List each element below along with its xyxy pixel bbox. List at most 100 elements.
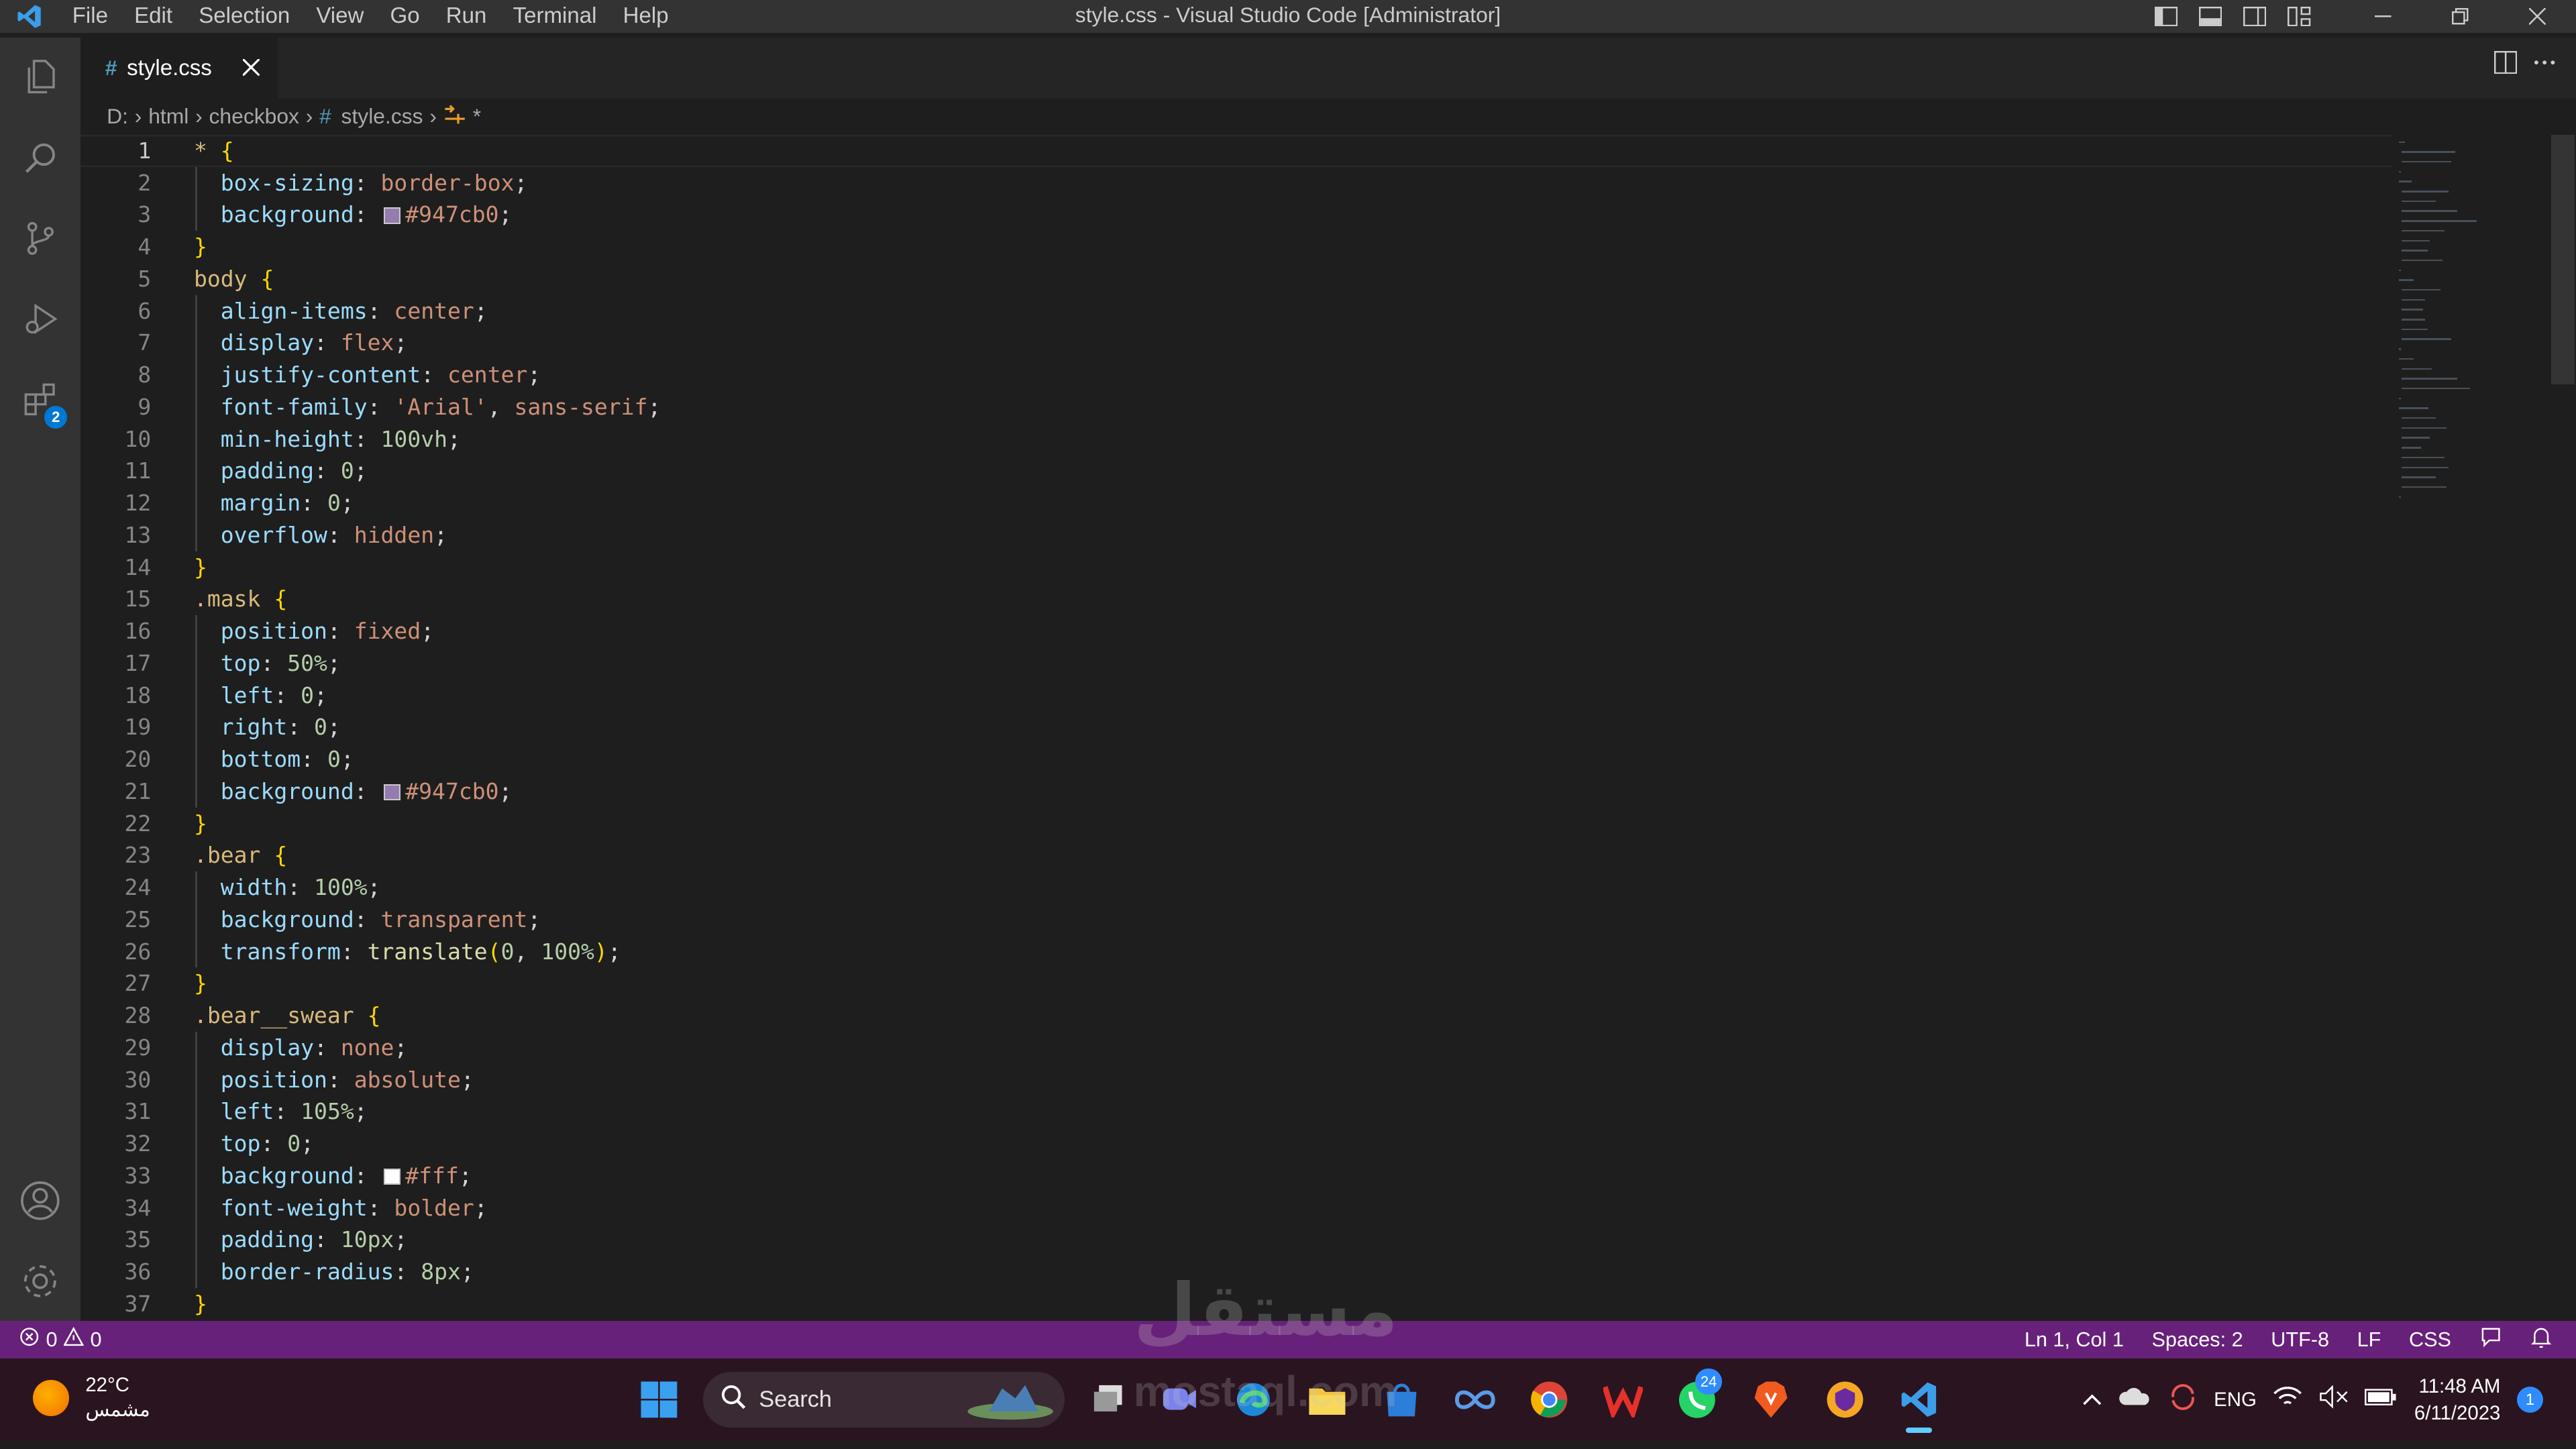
vpn-shield-icon[interactable] xyxy=(1820,1375,1869,1424)
brave-browser-icon[interactable] xyxy=(1746,1375,1795,1424)
toggle-secondary-sidebar-icon[interactable] xyxy=(2233,0,2277,33)
chevron-up-icon[interactable] xyxy=(2082,1389,2102,1411)
code-line[interactable]: 11 padding: 0; xyxy=(80,455,2392,487)
battery-icon[interactable] xyxy=(2365,1387,2398,1412)
language-mode[interactable]: CSS xyxy=(2409,1328,2451,1352)
volume-muted-icon[interactable] xyxy=(2319,1385,2349,1413)
encoding[interactable]: UTF-8 xyxy=(2271,1328,2329,1352)
code-line[interactable]: 30 position: absolute; xyxy=(80,1064,2392,1096)
code-line[interactable]: 27} xyxy=(80,967,2392,1000)
code-line[interactable]: 25 background: transparent; xyxy=(80,904,2392,936)
code-line[interactable]: 1 * { xyxy=(80,135,2392,167)
breadcrumb-html[interactable]: html xyxy=(148,104,189,129)
vscode-taskbar-icon[interactable] xyxy=(1894,1375,1943,1433)
minimap[interactable] xyxy=(2392,135,2550,1321)
notifications-bell-icon[interactable] xyxy=(2530,1326,2553,1354)
code-line[interactable]: 9 font-family: 'Arial', sans-serif; xyxy=(80,391,2392,423)
more-actions-icon[interactable] xyxy=(2533,51,2556,80)
code-line[interactable]: 5 body { xyxy=(80,263,2392,295)
code-line[interactable]: 17 top: 50%; xyxy=(80,647,2392,680)
breadcrumb-checkbox[interactable]: checkbox xyxy=(209,104,299,129)
scrollbar-thumb[interactable] xyxy=(2551,134,2575,385)
menu-run[interactable]: Run xyxy=(433,0,500,33)
explorer-icon[interactable] xyxy=(0,38,80,117)
code-line[interactable]: 7 display: flex; xyxy=(80,327,2392,359)
run-debug-icon[interactable] xyxy=(0,279,80,358)
code-line[interactable]: 3 background: #947cb0; xyxy=(80,199,2392,231)
wifi-icon[interactable] xyxy=(2273,1385,2302,1413)
code-line[interactable]: 13 overflow: hidden; xyxy=(80,519,2392,551)
infinity-app-icon[interactable] xyxy=(1450,1375,1499,1424)
chrome-browser-icon[interactable] xyxy=(1525,1375,1574,1424)
tab-style-css[interactable]: # style.css xyxy=(80,38,278,99)
code-line[interactable]: 34 font-weight: bolder; xyxy=(80,1192,2392,1224)
color-swatch-icon[interactable] xyxy=(384,784,400,801)
extensions-icon[interactable]: 2 xyxy=(0,360,80,439)
code-line[interactable]: 6 align-items: center; xyxy=(80,295,2392,327)
wps-office-icon[interactable] xyxy=(1599,1375,1648,1424)
problems-indicator[interactable]: 0 0 xyxy=(19,1327,102,1352)
code-line[interactable]: 23 .bear { xyxy=(80,839,2392,871)
input-language[interactable]: ENG xyxy=(2214,1389,2257,1411)
code-line[interactable]: 33 background: #fff; xyxy=(80,1160,2392,1192)
taskbar-search[interactable]: Search xyxy=(703,1371,1065,1428)
weather-widget[interactable]: 22°C مشمس xyxy=(32,1373,150,1422)
code-line[interactable]: 18 left: 0; xyxy=(80,680,2392,712)
code-line[interactable]: 19 right: 0; xyxy=(80,711,2392,743)
settings-gear-icon[interactable] xyxy=(0,1242,80,1321)
menu-go[interactable]: Go xyxy=(377,0,433,33)
code-line[interactable]: 15 .mask { xyxy=(80,583,2392,615)
code-line[interactable]: 32 top: 0; xyxy=(80,1128,2392,1160)
source-control-icon[interactable] xyxy=(0,199,80,278)
color-swatch-icon[interactable] xyxy=(384,1168,400,1185)
code-line[interactable]: 14} xyxy=(80,551,2392,584)
breadcrumb-file[interactable]: style.css xyxy=(341,104,423,129)
code-line[interactable]: 16 position: fixed; xyxy=(80,615,2392,647)
code-line[interactable]: 26 transform: translate(0, 100%); xyxy=(80,936,2392,968)
whatsapp-icon[interactable]: 24 xyxy=(1672,1368,1722,1424)
task-view-icon[interactable] xyxy=(1084,1375,1133,1424)
cursor-position[interactable]: Ln 1, Col 1 xyxy=(2025,1328,2124,1352)
menu-file[interactable]: File xyxy=(59,0,121,33)
toggle-panel-icon[interactable] xyxy=(2188,0,2233,33)
minimize-icon[interactable] xyxy=(2345,0,2422,33)
code-line[interactable]: 20 bottom: 0; xyxy=(80,743,2392,775)
onedrive-cloud-icon[interactable] xyxy=(2118,1385,2151,1413)
customize-layout-icon[interactable] xyxy=(2277,0,2321,33)
code-line[interactable]: 29 display: none; xyxy=(80,1032,2392,1064)
menu-terminal[interactable]: Terminal xyxy=(500,0,610,33)
feedback-icon[interactable] xyxy=(2479,1326,2502,1354)
breadcrumb-symbol[interactable]: * xyxy=(473,104,481,129)
code-line[interactable]: 2 box-sizing: border-box; xyxy=(80,167,2392,199)
code-line[interactable]: 28 .bear__swear { xyxy=(80,1000,2392,1032)
sync-icon[interactable] xyxy=(2168,1384,2198,1415)
code-line[interactable]: 4} xyxy=(80,231,2392,263)
menu-view[interactable]: View xyxy=(303,0,377,33)
toggle-primary-sidebar-icon[interactable] xyxy=(2144,0,2188,33)
search-icon[interactable] xyxy=(0,118,80,197)
code-line[interactable]: 22} xyxy=(80,808,2392,840)
code-editor[interactable]: 1 * {2 box-sizing: border-box; 3 backgroun… xyxy=(80,135,2392,1321)
code-line[interactable]: 12 margin: 0; xyxy=(80,487,2392,519)
indentation[interactable]: Spaces: 2 xyxy=(2152,1328,2243,1352)
editor-scrollbar[interactable] xyxy=(2551,134,2575,1321)
end-of-line[interactable]: LF xyxy=(2357,1328,2381,1352)
close-tab-icon[interactable] xyxy=(238,54,264,80)
restore-icon[interactable] xyxy=(2422,0,2499,33)
menu-edit[interactable]: Edit xyxy=(121,0,186,33)
start-windows-icon[interactable] xyxy=(634,1375,683,1424)
code-line[interactable]: 8 justify-content: center; xyxy=(80,359,2392,391)
code-line[interactable]: 24 width: 100%; xyxy=(80,871,2392,904)
code-line[interactable]: 21 background: #947cb0; xyxy=(80,775,2392,808)
menu-help[interactable]: Help xyxy=(610,0,682,33)
split-editor-icon[interactable] xyxy=(2493,50,2517,80)
code-line[interactable]: 10 min-height: 100vh; xyxy=(80,423,2392,455)
code-line[interactable]: 35 padding: 10px; xyxy=(80,1224,2392,1256)
color-swatch-icon[interactable] xyxy=(384,207,400,224)
accounts-icon[interactable] xyxy=(0,1161,80,1240)
menu-selection[interactable]: Selection xyxy=(186,0,303,33)
clock[interactable]: 11:48 AM 6/11/2023 xyxy=(2414,1373,2501,1426)
code-line[interactable]: 31 left: 105%; xyxy=(80,1095,2392,1128)
close-window-icon[interactable] xyxy=(2499,0,2576,33)
breadcrumb-drive[interactable]: D: xyxy=(107,104,128,129)
